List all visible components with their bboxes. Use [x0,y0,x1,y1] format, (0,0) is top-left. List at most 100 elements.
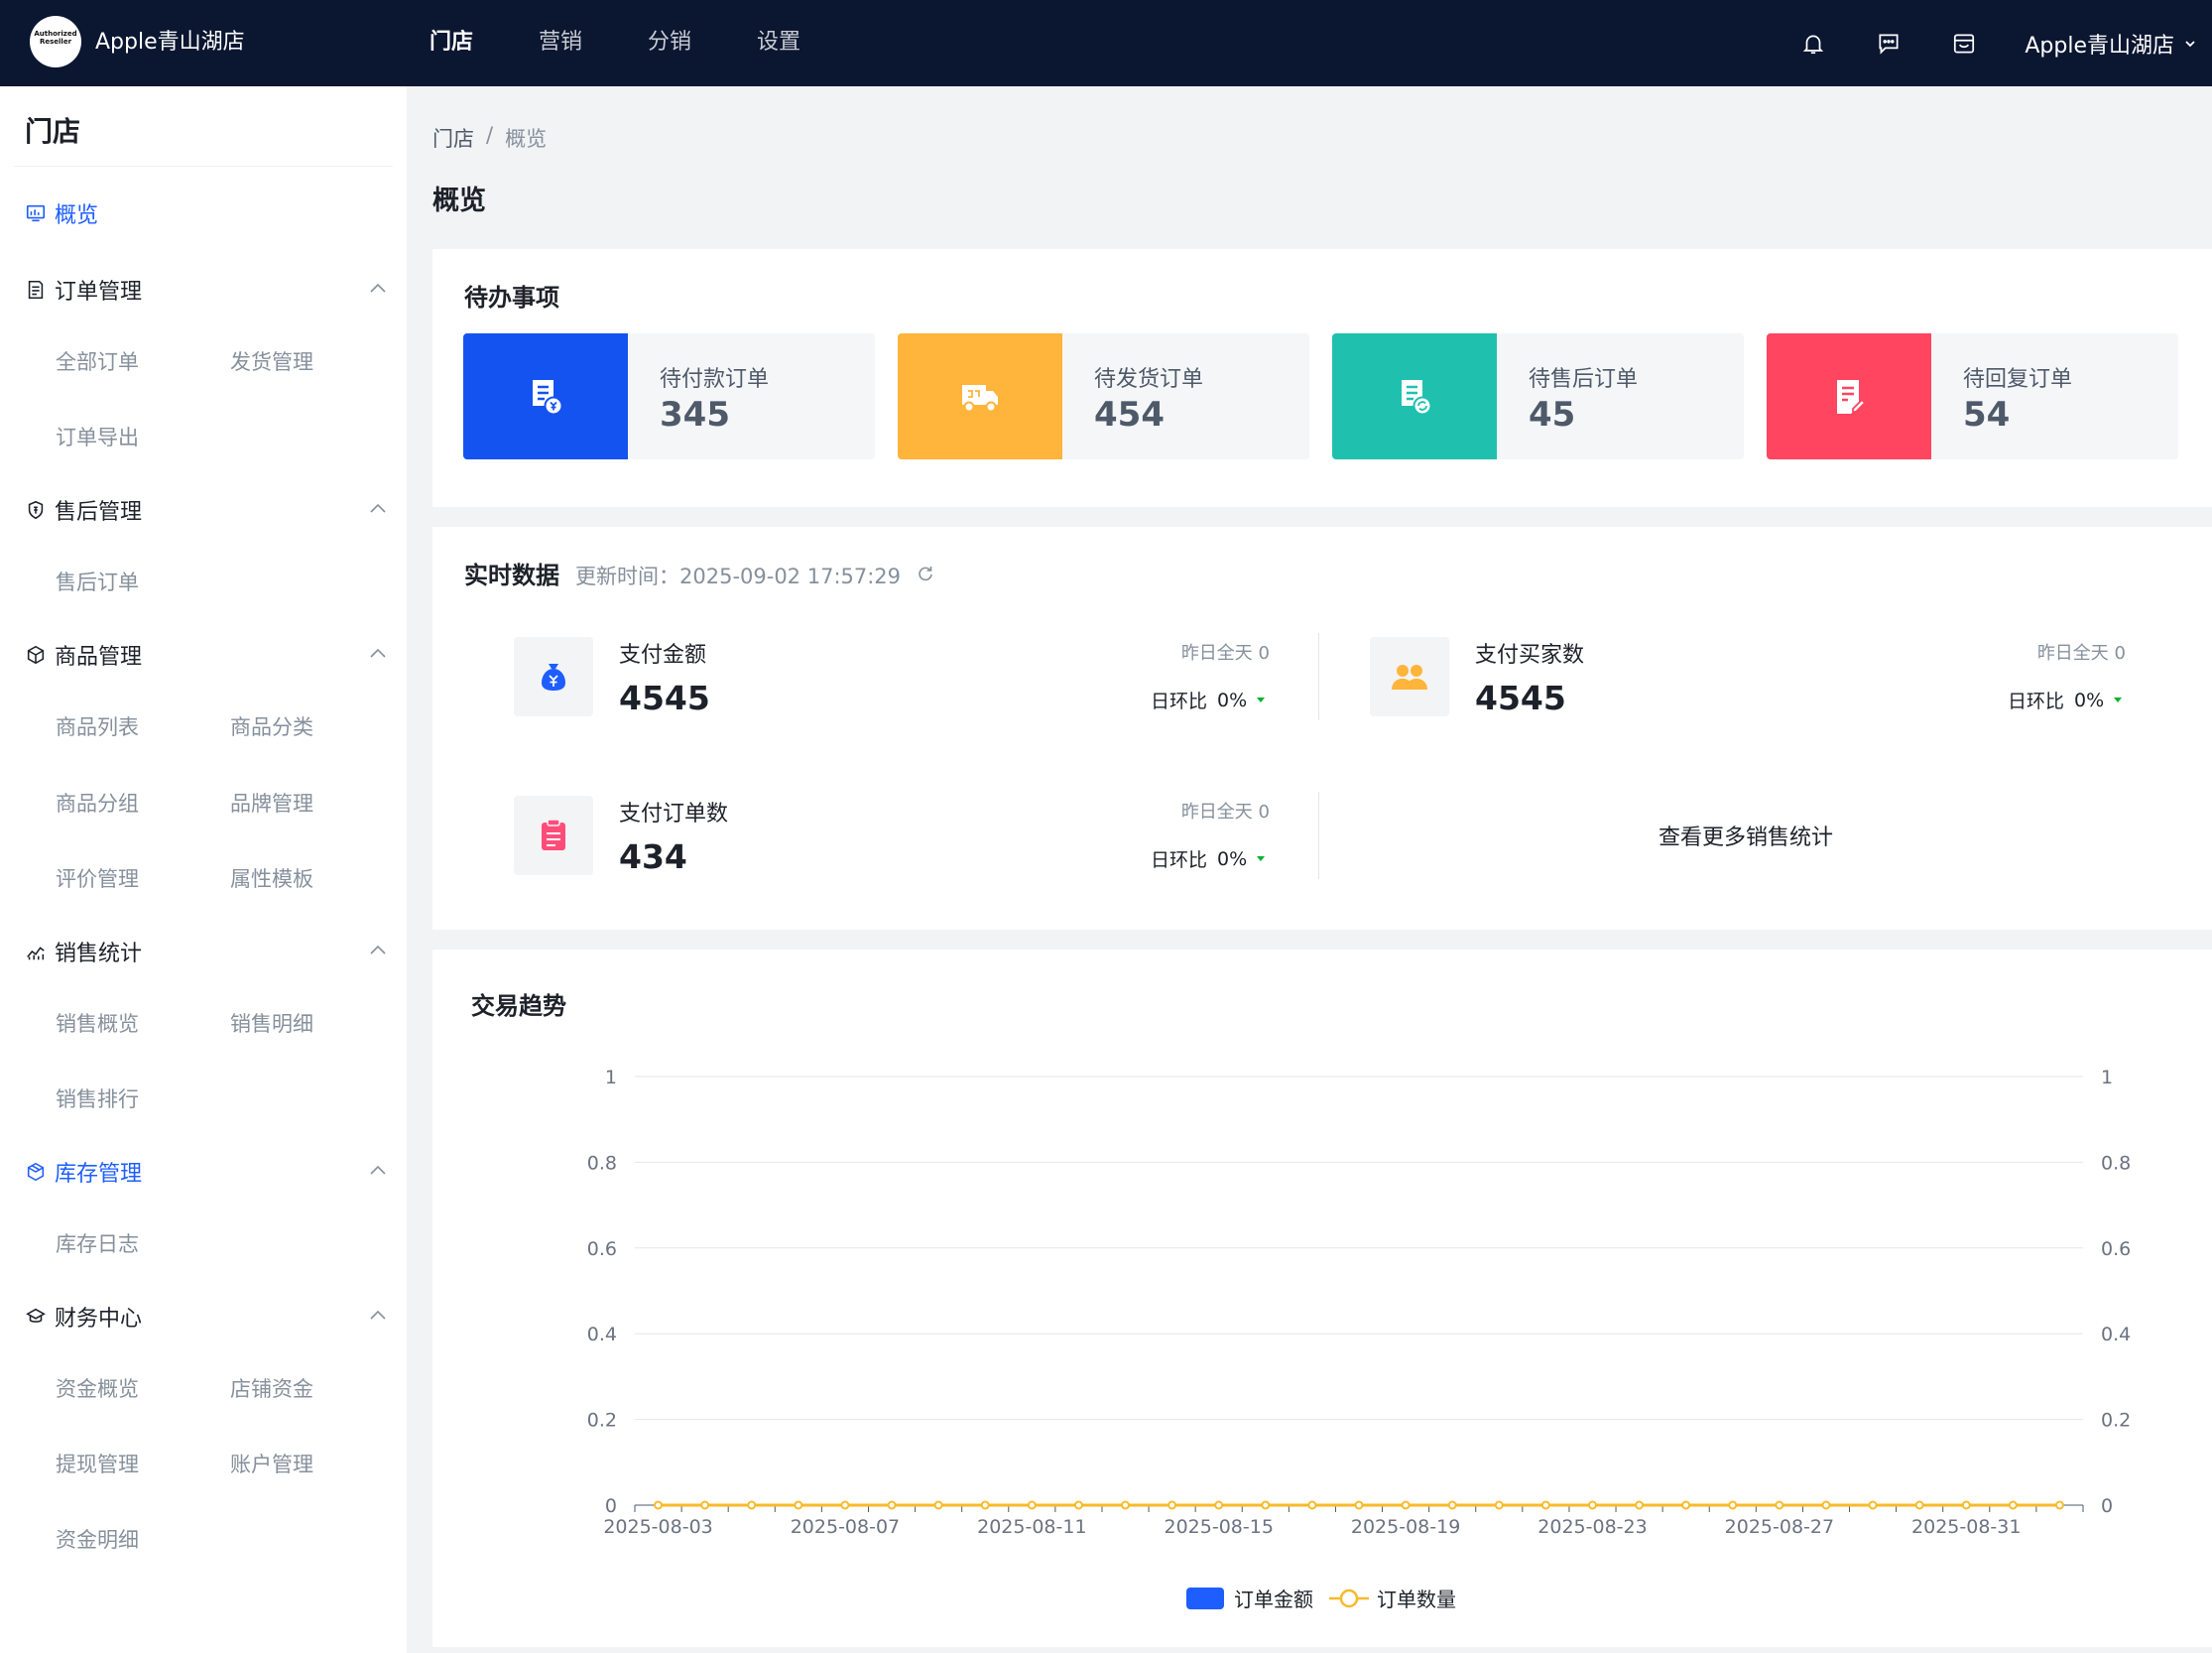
sidebar-item-inventory-log[interactable]: 库存日志 [56,1228,139,1258]
update-time-label: 更新时间： [575,565,679,588]
x-tick-label: 2025-08-27 [1725,1516,1834,1538]
metric-ratio: 日环比 0% [2008,687,2123,713]
sidebar-group-finance[interactable]: 财务中心 [25,1301,142,1333]
chevron-up-icon[interactable] [369,502,387,514]
breadcrumb-current: 概览 [505,127,548,151]
payment-order-icon [533,379,563,415]
sidebar-group-label: 库存管理 [55,1162,143,1187]
order-doc-icon [25,279,47,301]
sidebar-item-sales-detail[interactable]: 销售明细 [230,1008,313,1038]
truck-icon [962,384,998,412]
sidebar-item-all-orders[interactable]: 全部订单 [56,346,139,376]
metric-ratio: 日环比 0% [1151,687,1266,713]
todo-label: 待付款订单 [660,367,770,392]
breadcrumb: 门店 / 概览 [432,123,547,153]
trend-down-icon [1257,856,1266,861]
sidebar-group-products[interactable]: 商品管理 [25,639,142,671]
inventory-icon [25,1161,47,1183]
metric-yesterday: 昨日全天 0 [1180,802,1270,823]
trend-chart-icon [25,941,47,962]
ratio-label: 日环比 [1151,849,1208,871]
sidebar-group-label: 财务中心 [55,1307,143,1332]
store-icon[interactable] [1949,29,1979,59]
chevron-up-icon[interactable] [369,647,387,659]
breadcrumb-root[interactable]: 门店 [432,123,474,153]
x-tick-label: 2025-08-07 [791,1516,900,1538]
sidebar-group-inventory[interactable]: 库存管理 [25,1156,142,1188]
logo-text-reseller: Reseller [39,38,72,46]
todo-pending-reply[interactable]: 待回复订单 54 [1767,333,2178,459]
todo-pending-aftersale[interactable]: 待售后订单 45 [1332,333,1744,459]
line-point [1167,1500,1177,1510]
metric-divider [1318,792,1319,879]
legend-swatch-amount[interactable] [1186,1587,1224,1609]
sidebar-group-orders[interactable]: 订单管理 [25,274,142,306]
ratio-label: 日环比 [2008,691,2065,712]
nav-tab-store[interactable]: 门店 [430,24,473,56]
line-point [1587,1500,1597,1510]
line-point [1540,1500,1550,1510]
todo-pending-payment[interactable]: 待付款订单 345 [463,333,875,459]
sidebar-item-sales-ranking[interactable]: 销售排行 [56,1083,139,1113]
sidebar-group-label: 订单管理 [55,280,143,305]
sidebar-item-product-list[interactable]: 商品列表 [56,711,139,741]
line-point [2008,1500,2018,1510]
sidebar-group-aftersale[interactable]: 售后管理 [25,494,142,526]
finance-icon [25,1306,47,1328]
nav-tab-marketing[interactable]: 营销 [539,24,582,56]
metric-label: 支付金额 [619,643,707,668]
chevron-up-icon[interactable] [369,944,387,955]
x-tick-label: 2025-08-31 [1911,1516,2021,1538]
metric-yesterday: 昨日全天 0 [2036,643,2126,664]
sidebar-item-shipping[interactable]: 发货管理 [230,346,313,376]
sidebar-item-fund-detail[interactable]: 资金明细 [56,1524,139,1554]
refresh-icon[interactable] [917,565,934,582]
chevron-up-icon[interactable] [369,1164,387,1176]
more-sales-stats-link[interactable]: 查看更多销售统计 [1659,820,1833,851]
chevron-up-icon[interactable] [369,1309,387,1321]
breadcrumb-separator: / [486,123,494,147]
line-point [980,1500,990,1510]
sidebar-item-product-group[interactable]: 商品分组 [56,788,139,818]
store-logo[interactable]: Authorized Reseller [30,16,81,67]
sidebar-item-accounts[interactable]: 账户管理 [230,1449,313,1478]
chart-legend: 订单金额 订单数量 [1186,1584,1456,1612]
bell-icon[interactable] [1798,29,1828,59]
sidebar-item-reviews[interactable]: 评价管理 [56,863,139,893]
todo-label: 待售后订单 [1529,367,1639,392]
sidebar-group-sales-stats[interactable]: 销售统计 [25,936,142,967]
todo-color-block [1767,333,1931,459]
sidebar-item-fund-overview[interactable]: 资金概览 [56,1373,139,1403]
nav-tab-settings[interactable]: 设置 [757,24,800,56]
sidebar-item-attribute-template[interactable]: 属性模板 [230,863,313,893]
header-actions: Apple青山湖店 [1798,0,2212,86]
ratio-label: 日环比 [1151,691,1208,712]
sidebar-item-overview[interactable]: 概览 [25,197,98,229]
line-point [1775,1500,1784,1510]
sidebar-item-brand[interactable]: 品牌管理 [230,788,313,818]
nav-tab-distribution[interactable]: 分销 [648,24,691,56]
update-time: 更新时间：2025-09-02 17:57:29 [575,561,901,590]
line-point [1121,1500,1131,1510]
account-menu[interactable]: Apple青山湖店 [2025,28,2198,60]
metric-value: 434 [619,837,687,876]
legend-label-amount[interactable]: 订单金额 [1234,1584,1313,1612]
chevron-up-icon[interactable] [369,282,387,294]
sidebar-item-withdrawal[interactable]: 提现管理 [56,1449,139,1478]
sidebar-item-aftersale-orders[interactable]: 售后订单 [56,567,139,596]
message-icon[interactable] [1874,29,1904,59]
sidebar-item-store-funds[interactable]: 店铺资金 [230,1373,313,1403]
metric-value: 4545 [619,679,710,717]
todo-pending-shipment[interactable]: 待发货订单 454 [898,333,1309,459]
sidebar-item-sales-overview[interactable]: 销售概览 [56,1008,139,1038]
y-tick-label-right: 0.8 [2101,1152,2131,1174]
legend-label-count[interactable]: 订单数量 [1377,1584,1456,1612]
y-tick-label-right: 0.6 [2101,1238,2131,1260]
sidebar-item-order-export[interactable]: 订单导出 [56,422,139,451]
x-tick-label: 2025-08-11 [977,1516,1086,1538]
page-title: 概览 [432,186,486,216]
legend-swatch-count[interactable] [1329,1588,1369,1609]
store-name: Apple青山湖店 [95,30,245,55]
line-point [1868,1500,1878,1510]
sidebar-item-product-category[interactable]: 商品分类 [230,711,313,741]
